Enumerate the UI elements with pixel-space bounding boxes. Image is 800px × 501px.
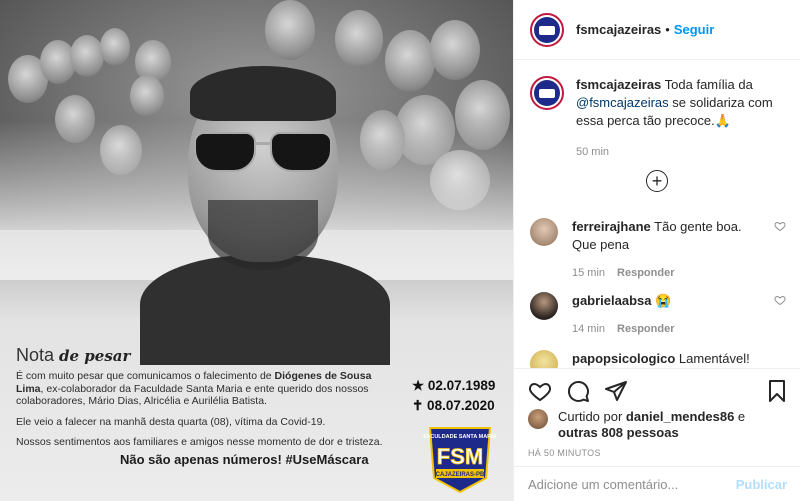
caption-username[interactable]: fsmcajazeiras	[576, 77, 661, 92]
comment-input[interactable]	[528, 476, 728, 492]
comment-time: 15 min	[572, 267, 606, 279]
publish-button[interactable]: Publicar	[736, 477, 787, 492]
reply-button[interactable]: Responder	[617, 267, 674, 279]
caption-avatar[interactable]	[530, 76, 564, 110]
like-comment-heart-icon[interactable]	[774, 294, 786, 306]
separator-dot: •	[665, 22, 670, 37]
dates-block: ★ 02.07.1989 ✝ 08.07.2020	[412, 376, 495, 416]
likes-summary: Curtido por daniel_mendes86 e outras 808…	[528, 409, 745, 441]
comment-item: gabrielaabsa 😭 14 min Responder	[530, 292, 790, 338]
caption-text-a: Toda família da	[661, 77, 753, 92]
post-timestamp[interactable]: HÁ 50 MINUTOS	[528, 448, 601, 458]
comment-username[interactable]: ferreirajhane	[572, 219, 651, 234]
like-heart-icon[interactable]	[528, 379, 552, 403]
post-image[interactable]: Nota de pesar É com muito pesar que comu…	[0, 0, 513, 501]
hashtag-line: Não são apenas números! #UseMáscara	[120, 452, 369, 467]
likes-prefix: Curtido por	[558, 409, 626, 424]
comment-icon[interactable]	[566, 379, 590, 403]
logo-sub-text: CAJAZEIRAS-PB	[436, 472, 485, 478]
nota-paragraph-2: Ele veio a falecer na manhã desta quarta…	[16, 415, 326, 428]
death-date: ✝ 08.07.2020	[412, 398, 495, 413]
header-username[interactable]: fsmcajazeiras	[576, 22, 661, 37]
comment-avatar[interactable]	[530, 218, 558, 246]
comment-time: 14 min	[572, 323, 606, 335]
follow-button[interactable]: Seguir	[674, 22, 714, 37]
liker-avatar[interactable]	[528, 409, 548, 429]
likes-middle: e	[734, 409, 746, 424]
bookmark-icon[interactable]	[765, 379, 789, 403]
reply-button[interactable]: Responder	[617, 323, 674, 335]
fsm-logo: FACULDADE SANTA MARIA FSM CAJAZEIRAS-PB	[420, 420, 500, 495]
like-comment-heart-icon[interactable]	[774, 220, 786, 232]
logo-main-text: FSM	[437, 444, 483, 469]
share-icon[interactable]	[604, 379, 628, 403]
birth-date: ★ 02.07.1989	[412, 378, 496, 393]
logo-top-text: FACULDADE SANTA MARIA	[423, 434, 496, 440]
liker-username[interactable]: daniel_mendes86	[626, 409, 734, 424]
caption-mention[interactable]: @fsmcajazeiras	[576, 95, 669, 110]
nota-title: Nota de pesar	[16, 345, 131, 365]
comment-text: 😭	[651, 293, 672, 308]
nota-body: É com muito pesar que comunicamos o fale…	[16, 370, 396, 457]
comment-username[interactable]: gabrielaabsa	[572, 293, 652, 308]
add-comment-bar: Publicar	[514, 466, 800, 501]
profile-avatar[interactable]	[530, 12, 564, 47]
comment-username[interactable]: papopsicologico	[572, 351, 675, 366]
post-caption: fsmcajazeiras Toda família da @fsmcajaze…	[514, 60, 800, 161]
nota-paragraph-3: Nossos sentimentos aos familiares e amig…	[16, 436, 383, 448]
load-more-comments-icon[interactable]: +	[646, 170, 668, 192]
post-actions: Curtido por daniel_mendes86 e outras 808…	[514, 368, 800, 500]
caption-time: 50 min	[576, 146, 610, 158]
nota-paragraph-1: É com muito pesar que comunicamos o fale…	[16, 370, 372, 407]
likes-others-count[interactable]: outras 808 pessoas	[558, 425, 679, 440]
post-side-panel: fsmcajazeiras • Seguir fsmcajazeiras Tod…	[513, 0, 800, 501]
comment-avatar[interactable]	[530, 292, 558, 320]
sunglasses	[194, 132, 334, 172]
post-header: fsmcajazeiras • Seguir	[514, 0, 800, 60]
portrait-photo	[140, 60, 390, 365]
comment-item: ferreirajhane Tão gente boa. Que pena 15…	[530, 218, 790, 282]
